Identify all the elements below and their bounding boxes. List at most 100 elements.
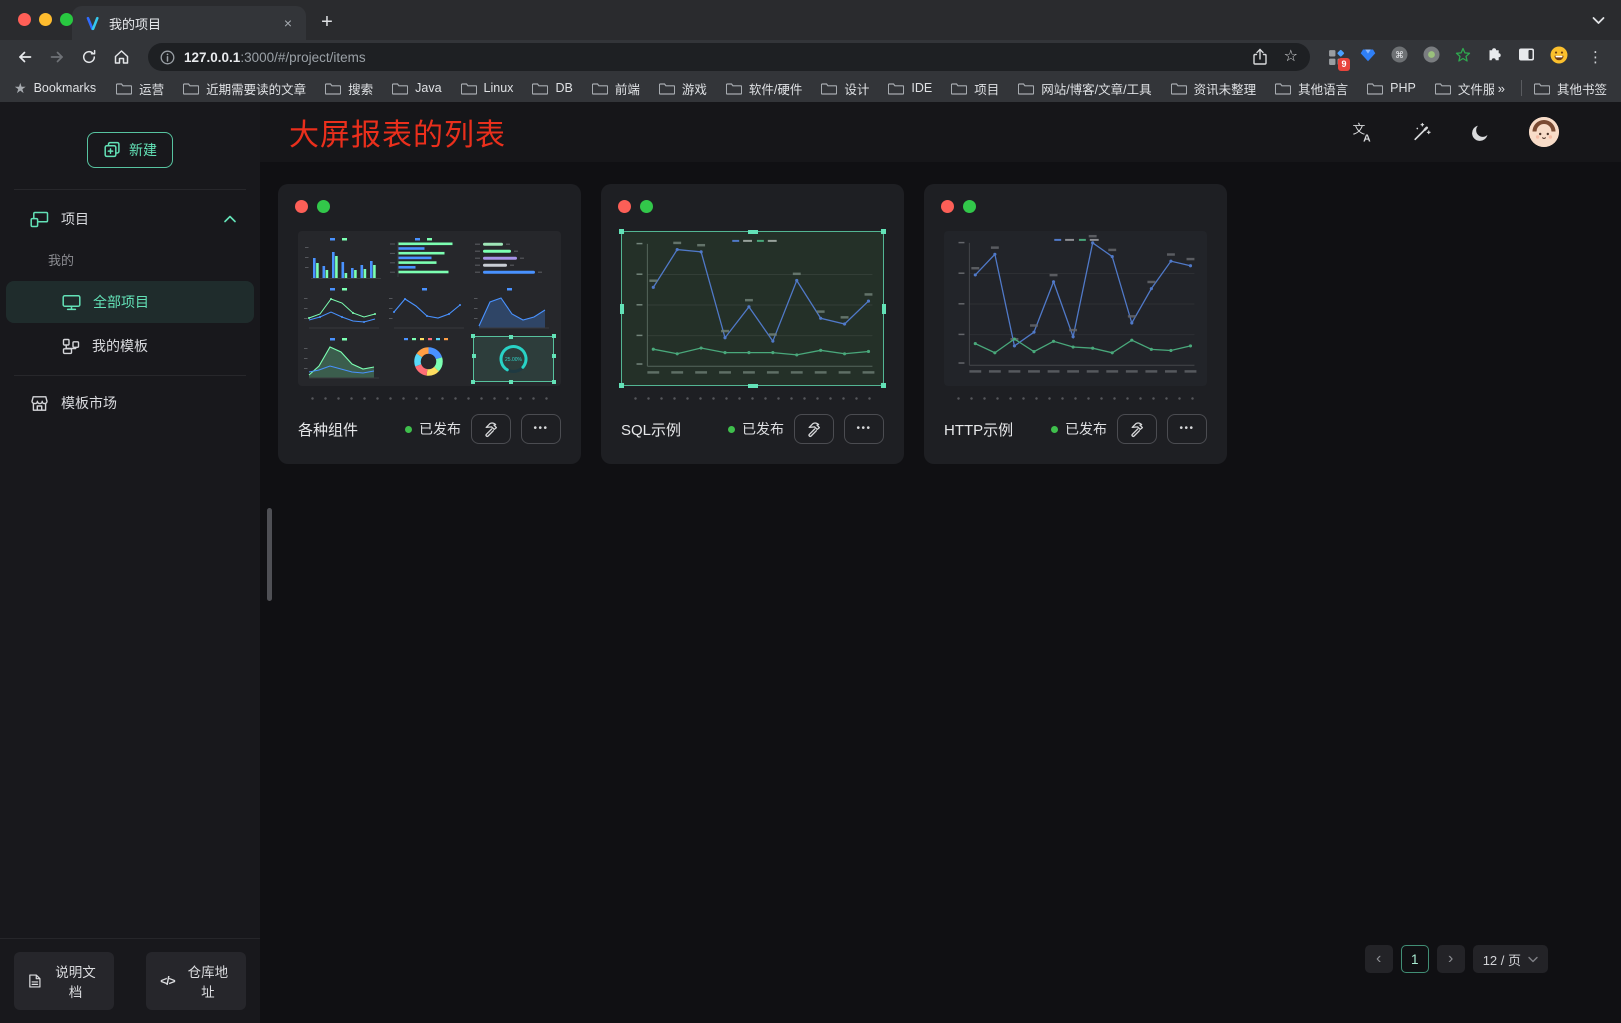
bookmark-folder[interactable]: 网站/博客/文章/工具	[1018, 79, 1151, 98]
forward-icon[interactable]	[42, 43, 72, 71]
card-preview-widgets[interactable]: 25.00%	[298, 231, 561, 386]
page-size-select[interactable]: 12 / 页	[1473, 945, 1548, 973]
home-icon[interactable]	[106, 43, 136, 71]
bookmark-folder[interactable]: Java	[392, 81, 441, 95]
extension-command-icon[interactable]: ⌘	[1391, 46, 1408, 68]
bookmark-root-label: Bookmarks	[34, 81, 97, 95]
mini-line-chart	[388, 286, 469, 332]
bookmark-folder[interactable]: PHP	[1367, 81, 1416, 95]
ellipsis-icon: •••	[533, 424, 548, 434]
bookmark-folder[interactable]: 搜索	[325, 79, 373, 98]
pagination: ‹ 1 › 12 / 页	[1365, 945, 1548, 973]
browser-menu-icon[interactable]: ⋮	[1580, 48, 1611, 66]
repo-button[interactable]: </> 仓库地址	[146, 952, 246, 1010]
sidebar-item-template-market[interactable]: 模板市场	[0, 382, 260, 424]
bookmark-folder[interactable]: 软件/硬件	[726, 79, 802, 98]
extension-green-star-icon[interactable]	[1455, 47, 1471, 68]
sidebar-divider	[14, 375, 246, 376]
more-actions-button[interactable]: •••	[844, 414, 884, 444]
preview-tick-row	[625, 397, 880, 400]
project-card[interactable]: HTTP示例 已发布 •••	[924, 184, 1227, 464]
chart-legend	[732, 240, 776, 242]
side-panel-icon[interactable]	[1518, 46, 1535, 68]
more-actions-button[interactable]: •••	[1167, 414, 1207, 444]
card-footer: 各种组件 已发布 •••	[298, 409, 561, 449]
chevron-up-icon[interactable]	[224, 215, 236, 223]
card-preview-line-chart[interactable]	[944, 231, 1207, 386]
other-bookmarks[interactable]: 其他书签	[1534, 79, 1607, 98]
language-icon[interactable]: 文A	[1351, 121, 1373, 143]
magic-wand-icon[interactable]	[1411, 122, 1432, 143]
share-icon[interactable]	[1252, 48, 1268, 66]
mini-horizontal-bar-chart	[388, 236, 469, 282]
page-header: 大屏报表的列表 文A	[260, 102, 1621, 162]
browser-tab[interactable]: 我的项目 ×	[72, 6, 306, 40]
bookmark-folder[interactable]: 游戏	[659, 79, 707, 98]
bookmark-folder[interactable]: 设计	[821, 79, 869, 98]
edit-project-button[interactable]	[1117, 414, 1157, 444]
bookmark-folder[interactable]: 近期需要读的文章	[183, 79, 306, 98]
user-avatar[interactable]	[1529, 117, 1559, 147]
current-page-button[interactable]: 1	[1401, 945, 1429, 973]
url-host: 127.0.0.1	[184, 50, 240, 65]
bookmarks-overflow-icon[interactable]: »	[1498, 81, 1505, 96]
sidebar-group-label: 我的	[0, 240, 260, 279]
bookmark-folder[interactable]: 文件服务器	[1435, 79, 1494, 98]
project-card[interactable]: 25.00% 各种组件 已发布	[278, 184, 581, 464]
extensions-puzzle-icon[interactable]	[1486, 46, 1503, 68]
url-text: 127.0.0.1:3000/#/project/items	[184, 50, 366, 65]
site-info-icon[interactable]	[160, 50, 175, 65]
zoom-window-button[interactable]	[60, 13, 73, 26]
new-project-icon	[103, 141, 121, 159]
bookmark-folder[interactable]: 运营	[116, 79, 164, 98]
bookmark-folder-label: 运营	[139, 79, 164, 98]
mini-gauge-selected: 25.00%	[473, 336, 554, 382]
new-tab-button[interactable]: +	[312, 7, 342, 37]
extension-gem-icon[interactable]	[1360, 47, 1376, 68]
docs-button[interactable]: 说明文档	[14, 952, 114, 1010]
card-window-dots	[295, 200, 561, 213]
project-card[interactable]: SQL示例 已发布 •••	[601, 184, 904, 464]
prev-page-button[interactable]: ‹	[1365, 945, 1393, 973]
mini-donut-chart	[388, 336, 469, 382]
bookmark-folder[interactable]: IDE	[888, 81, 932, 95]
document-icon	[28, 973, 42, 989]
svg-text:25.00%: 25.00%	[505, 357, 523, 363]
extension-grid-icon[interactable]: 9	[1328, 49, 1345, 66]
folder-icon	[659, 82, 675, 95]
bookmark-folder[interactable]: DB	[532, 81, 572, 95]
scrollbar-thumb[interactable]	[267, 508, 272, 601]
page-title: 大屏报表的列表	[289, 110, 506, 154]
tab-search-chevron-icon[interactable]	[1592, 12, 1605, 30]
star-icon: ★	[14, 81, 27, 95]
sidebar-section-project[interactable]: 项目	[0, 198, 260, 240]
bookmark-root[interactable]: ★ Bookmarks	[14, 81, 96, 95]
back-icon[interactable]	[10, 43, 40, 71]
dark-mode-moon-icon[interactable]	[1470, 122, 1491, 143]
bookmark-folder[interactable]: 其他语言	[1275, 79, 1348, 98]
bookmark-folder-label: 软件/硬件	[749, 79, 802, 98]
sidebar-item-all-projects[interactable]: 全部项目	[6, 281, 254, 323]
extension-recorder-icon[interactable]	[1423, 46, 1440, 68]
card-preview-line-chart-selected[interactable]	[621, 231, 884, 386]
reload-icon[interactable]	[74, 43, 104, 71]
bookmark-folder[interactable]: 项目	[951, 79, 999, 98]
bookmark-folder[interactable]: Linux	[461, 81, 514, 95]
new-project-button[interactable]: 新建	[87, 132, 173, 168]
more-actions-button[interactable]: •••	[521, 414, 561, 444]
sidebar-item-my-templates[interactable]: 我的模板	[0, 325, 260, 367]
bookmark-folder-label: 资讯未整理	[1194, 79, 1257, 98]
close-window-button[interactable]	[18, 13, 31, 26]
bookmark-folder[interactable]: 资讯未整理	[1171, 79, 1257, 98]
folder-icon	[1435, 82, 1451, 95]
edit-project-button[interactable]	[794, 414, 834, 444]
bookmark-folder[interactable]: 前端	[592, 79, 640, 98]
profile-emoji-icon[interactable]	[1550, 46, 1568, 69]
minimize-window-button[interactable]	[39, 13, 52, 26]
ellipsis-icon: •••	[1179, 424, 1194, 434]
bookmark-page-icon[interactable]: ☆	[1284, 49, 1298, 65]
edit-project-button[interactable]	[471, 414, 511, 444]
address-bar[interactable]: 127.0.0.1:3000/#/project/items ☆	[148, 43, 1310, 71]
tab-close-icon[interactable]: ×	[280, 15, 296, 31]
next-page-button[interactable]: ›	[1437, 945, 1465, 973]
